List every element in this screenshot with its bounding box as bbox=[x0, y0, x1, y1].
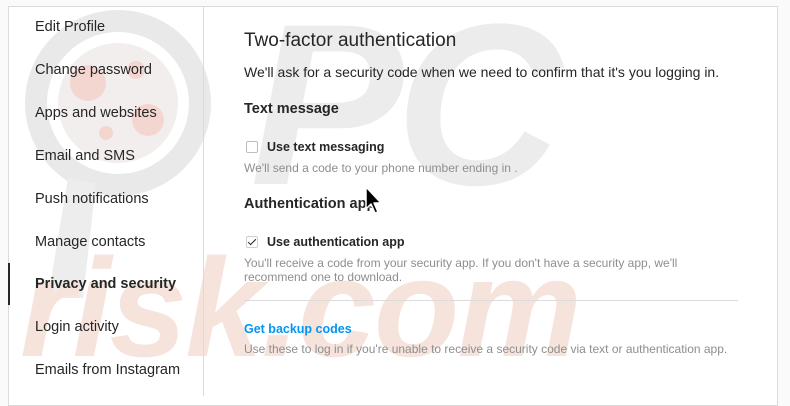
text-message-heading: Text message bbox=[244, 101, 339, 117]
sidebar-item-email-and-sms[interactable]: Email and SMS bbox=[8, 141, 203, 171]
page-subtitle: We'll ask for a security code when we ne… bbox=[244, 64, 720, 80]
authentication-app-helper-line1: You'll receive a code from your security… bbox=[244, 256, 678, 270]
get-backup-codes-link[interactable]: Get backup codes bbox=[244, 322, 352, 336]
divider bbox=[244, 300, 738, 301]
sidebar-item-edit-profile[interactable]: Edit Profile bbox=[8, 12, 203, 42]
authentication-app-helper-line2: recommend one to download. bbox=[244, 270, 403, 284]
text-messaging-helper: We'll send a code to your phone number e… bbox=[244, 161, 518, 175]
settings-sidebar: Edit Profile Change password Apps and we… bbox=[8, 6, 204, 396]
two-factor-section: Two-factor authentication We'll ask for … bbox=[244, 0, 764, 394]
text-messaging-option[interactable]: Use text messaging bbox=[246, 139, 384, 155]
sidebar-item-apps-and-websites[interactable]: Apps and websites bbox=[8, 98, 203, 128]
text-messaging-label[interactable]: Use text messaging bbox=[267, 140, 384, 154]
authentication-app-heading: Authentication app bbox=[244, 196, 376, 212]
sidebar-item-login-activity[interactable]: Login activity bbox=[8, 312, 203, 342]
authentication-app-option[interactable]: Use authentication app bbox=[246, 234, 405, 250]
sidebar-item-privacy-and-security[interactable]: Privacy and security bbox=[8, 263, 203, 305]
sidebar-item-push-notifications[interactable]: Push notifications bbox=[8, 184, 203, 214]
text-messaging-checkbox[interactable] bbox=[246, 141, 258, 153]
mouse-pointer-icon bbox=[365, 186, 382, 214]
authentication-app-checkbox[interactable] bbox=[246, 236, 258, 248]
sidebar-item-emails-from-instagram[interactable]: Emails from Instagram bbox=[8, 355, 203, 385]
page-title: Two-factor authentication bbox=[244, 30, 457, 51]
sidebar-item-change-password[interactable]: Change password bbox=[8, 55, 203, 85]
authentication-app-label[interactable]: Use authentication app bbox=[267, 235, 405, 249]
backup-codes-helper: Use these to log in if you're unable to … bbox=[244, 342, 728, 356]
sidebar-item-manage-contacts[interactable]: Manage contacts bbox=[8, 227, 203, 257]
